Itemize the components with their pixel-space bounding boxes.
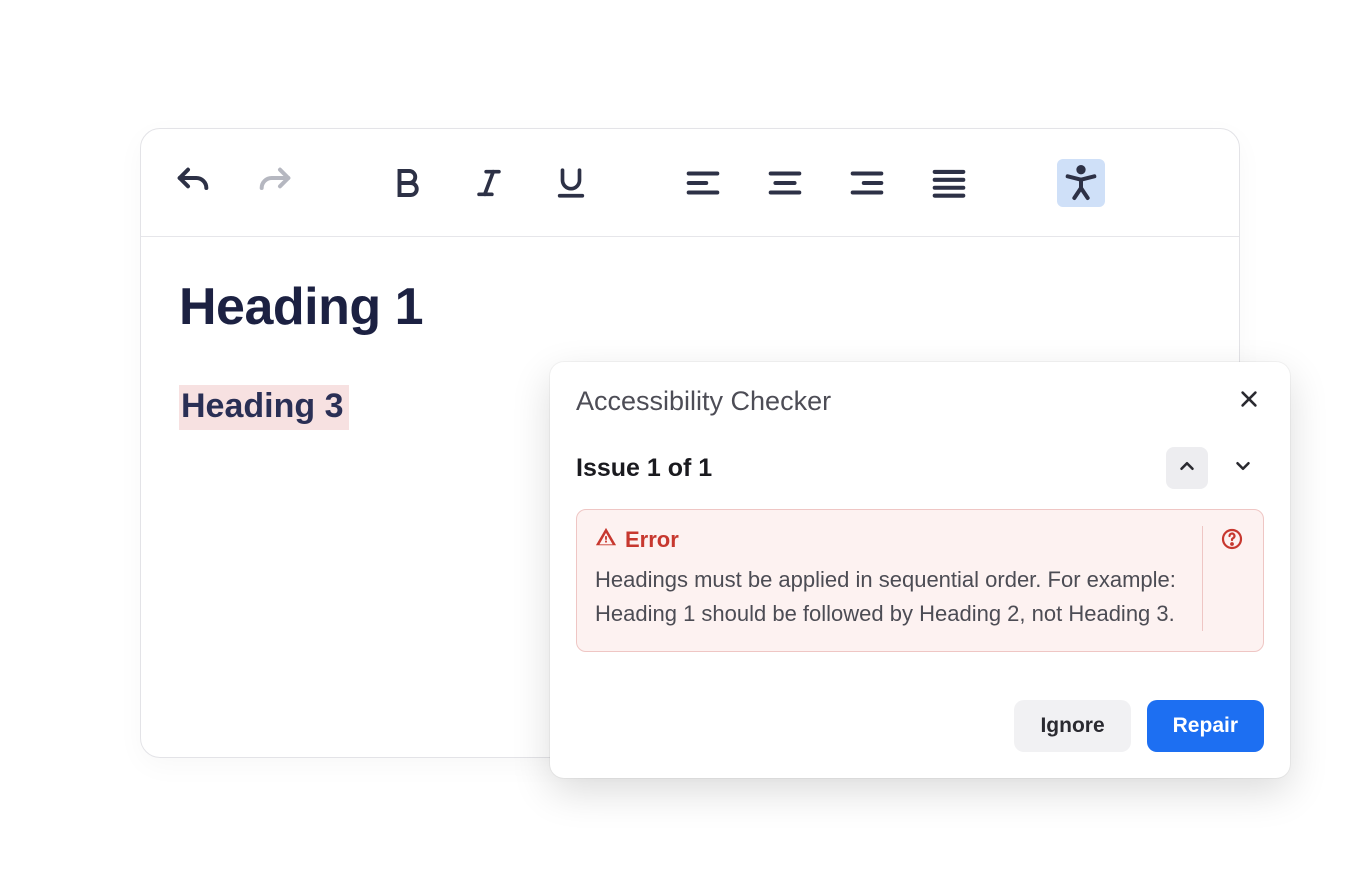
heading-1-text[interactable]: Heading 1 <box>179 277 1201 337</box>
align-left-icon <box>684 164 722 202</box>
checker-header: Accessibility Checker <box>576 386 1264 417</box>
toolbar-group-accessibility <box>1057 159 1105 207</box>
heading-3-text[interactable]: Heading 3 <box>179 385 349 430</box>
error-label-row: Error <box>595 526 1184 553</box>
align-justify-icon <box>930 164 968 202</box>
bold-button[interactable] <box>383 159 431 207</box>
chevron-down-icon <box>1232 455 1254 482</box>
error-label-text: Error <box>625 527 679 553</box>
close-button[interactable] <box>1234 387 1264 417</box>
checker-footer: Ignore Repair <box>576 700 1264 752</box>
accessibility-icon <box>1061 163 1101 203</box>
issue-nav-buttons <box>1166 447 1264 489</box>
close-icon <box>1238 388 1260 415</box>
align-center-button[interactable] <box>761 159 809 207</box>
toolbar-group-format <box>383 159 595 207</box>
align-right-icon <box>848 164 886 202</box>
undo-button[interactable] <box>169 159 217 207</box>
editor-toolbar <box>141 129 1239 237</box>
toolbar-group-history <box>169 159 299 207</box>
align-right-button[interactable] <box>843 159 891 207</box>
redo-button[interactable] <box>251 159 299 207</box>
issue-counter-label: Issue 1 of 1 <box>576 454 712 483</box>
help-button[interactable] <box>1219 528 1245 554</box>
next-issue-button[interactable] <box>1222 447 1264 489</box>
italic-button[interactable] <box>465 159 513 207</box>
error-description: Headings must be applied in sequential o… <box>595 563 1184 631</box>
ignore-button[interactable]: Ignore <box>1014 700 1130 752</box>
repair-button[interactable]: Repair <box>1147 700 1264 752</box>
align-center-icon <box>766 164 804 202</box>
toolbar-group-align <box>679 159 973 207</box>
undo-icon <box>173 163 213 203</box>
previous-issue-button[interactable] <box>1166 447 1208 489</box>
error-main: Error Headings must be applied in sequen… <box>595 526 1184 631</box>
align-left-button[interactable] <box>679 159 727 207</box>
accessibility-checker-button[interactable] <box>1057 159 1105 207</box>
help-circle-icon <box>1220 527 1244 556</box>
chevron-up-icon <box>1176 455 1198 482</box>
redo-icon <box>255 163 295 203</box>
italic-icon <box>472 166 506 200</box>
underline-button[interactable] <box>547 159 595 207</box>
warning-triangle-icon <box>595 526 617 553</box>
align-justify-button[interactable] <box>925 159 973 207</box>
error-card: Error Headings must be applied in sequen… <box>576 509 1264 652</box>
issue-nav-row: Issue 1 of 1 <box>576 447 1264 489</box>
error-side <box>1202 526 1245 631</box>
bold-icon <box>389 165 425 201</box>
accessibility-checker-panel: Accessibility Checker Issue 1 of 1 <box>550 362 1290 778</box>
underline-icon <box>554 166 588 200</box>
checker-title: Accessibility Checker <box>576 386 831 417</box>
